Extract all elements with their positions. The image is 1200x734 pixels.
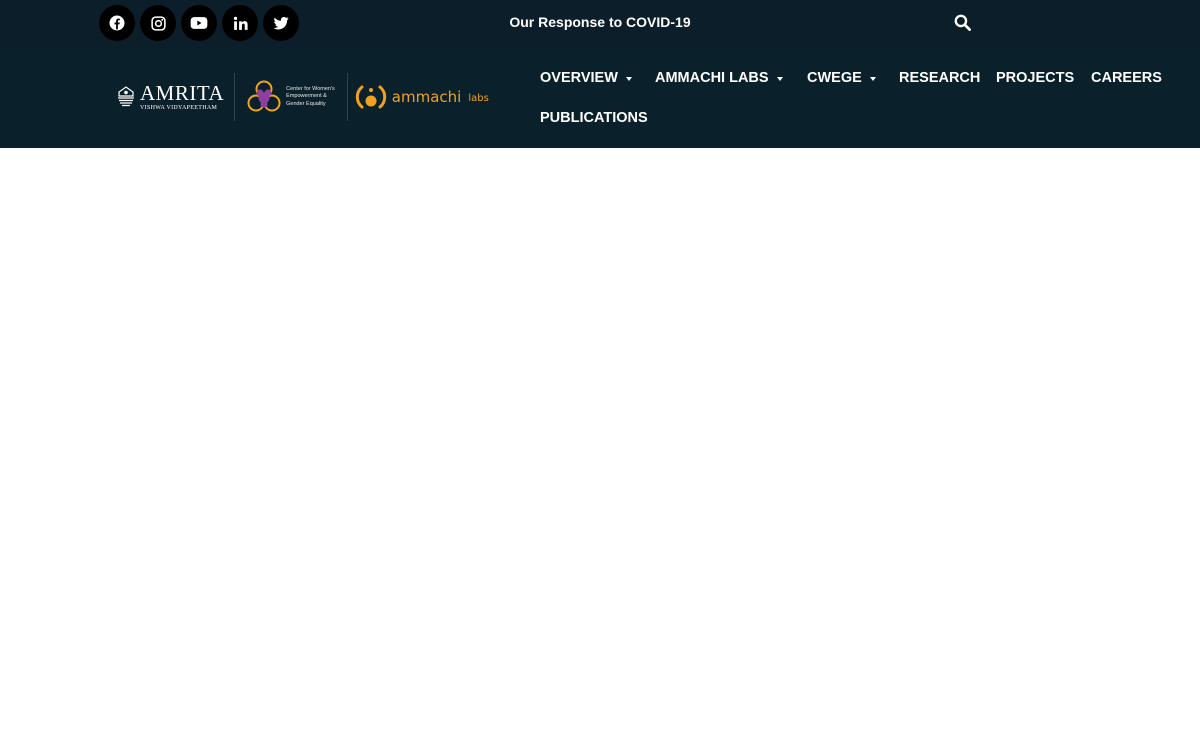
ammachi-wordmark: ammachi <box>391 88 462 106</box>
nav-careers-label: CAREERS <box>1091 70 1162 86</box>
nav-overview[interactable]: OVERVIEW <box>540 70 632 86</box>
amrita-wordmark: AMRITA VISHWA VIDYAPEETHAM <box>140 81 225 112</box>
nav-cwege[interactable]: CWEGE <box>807 70 876 86</box>
ammachi-labs-logo[interactable]: ammachi labs <box>348 82 489 112</box>
nav-overview-label: OVERVIEW <box>540 70 618 86</box>
nav-projects-label: PROJECTS <box>996 70 1075 86</box>
search-button[interactable] <box>951 11 973 33</box>
nav-research[interactable]: RESEARCH <box>899 70 980 86</box>
amrita-subtitle: VISHWA VIDYAPEETHAM <box>140 105 218 111</box>
nav-publications[interactable]: PUBLICATIONS <box>540 110 648 126</box>
ammachi-emblem-icon <box>355 85 386 109</box>
amrita-emblem-icon <box>118 86 134 107</box>
chevron-down-icon <box>625 76 632 81</box>
cwege-line-3: Gender Equality <box>286 100 326 107</box>
cwege-flower-icon <box>247 80 281 112</box>
main-navbar: AMRITA VISHWA VIDYAPEETHAM Center for Wo… <box>0 48 1200 148</box>
nav-careers[interactable]: CAREERS <box>1091 70 1162 86</box>
chevron-down-icon <box>869 76 876 81</box>
nav-research-label: RESEARCH <box>899 70 981 86</box>
nav-cwege-label: CWEGE <box>807 70 862 86</box>
cwege-wordmark: Center for Women's Empowerment & Gender … <box>286 86 335 107</box>
chevron-down-icon <box>776 76 783 81</box>
nav-publications-label: PUBLICATIONS <box>540 110 648 126</box>
cwege-line-1: Center for Women's <box>286 86 335 93</box>
cwege-logo[interactable]: Center for Women's Empowerment & Gender … <box>235 79 347 115</box>
ammachi-labs-wordmark: labs <box>468 93 489 104</box>
nav-ammachi-labs[interactable]: AMMACHI LABS <box>655 70 783 86</box>
nav-projects[interactable]: PROJECTS <box>996 70 1074 86</box>
nav-ammachi-labs-label: AMMACHI LABS <box>655 70 769 86</box>
search-icon <box>954 14 971 31</box>
covid-response-link[interactable]: Our Response to COVID-19 <box>0 14 1200 30</box>
logo-group: AMRITA VISHWA VIDYAPEETHAM Center for Wo… <box>116 72 489 122</box>
top-bar: Our Response to COVID-19 <box>0 0 1200 48</box>
page-content <box>0 148 1200 734</box>
amrita-title: AMRITA <box>140 81 225 105</box>
amrita-logo[interactable]: AMRITA VISHWA VIDYAPEETHAM <box>116 83 234 111</box>
cwege-line-2: Empowerment & <box>286 93 327 100</box>
